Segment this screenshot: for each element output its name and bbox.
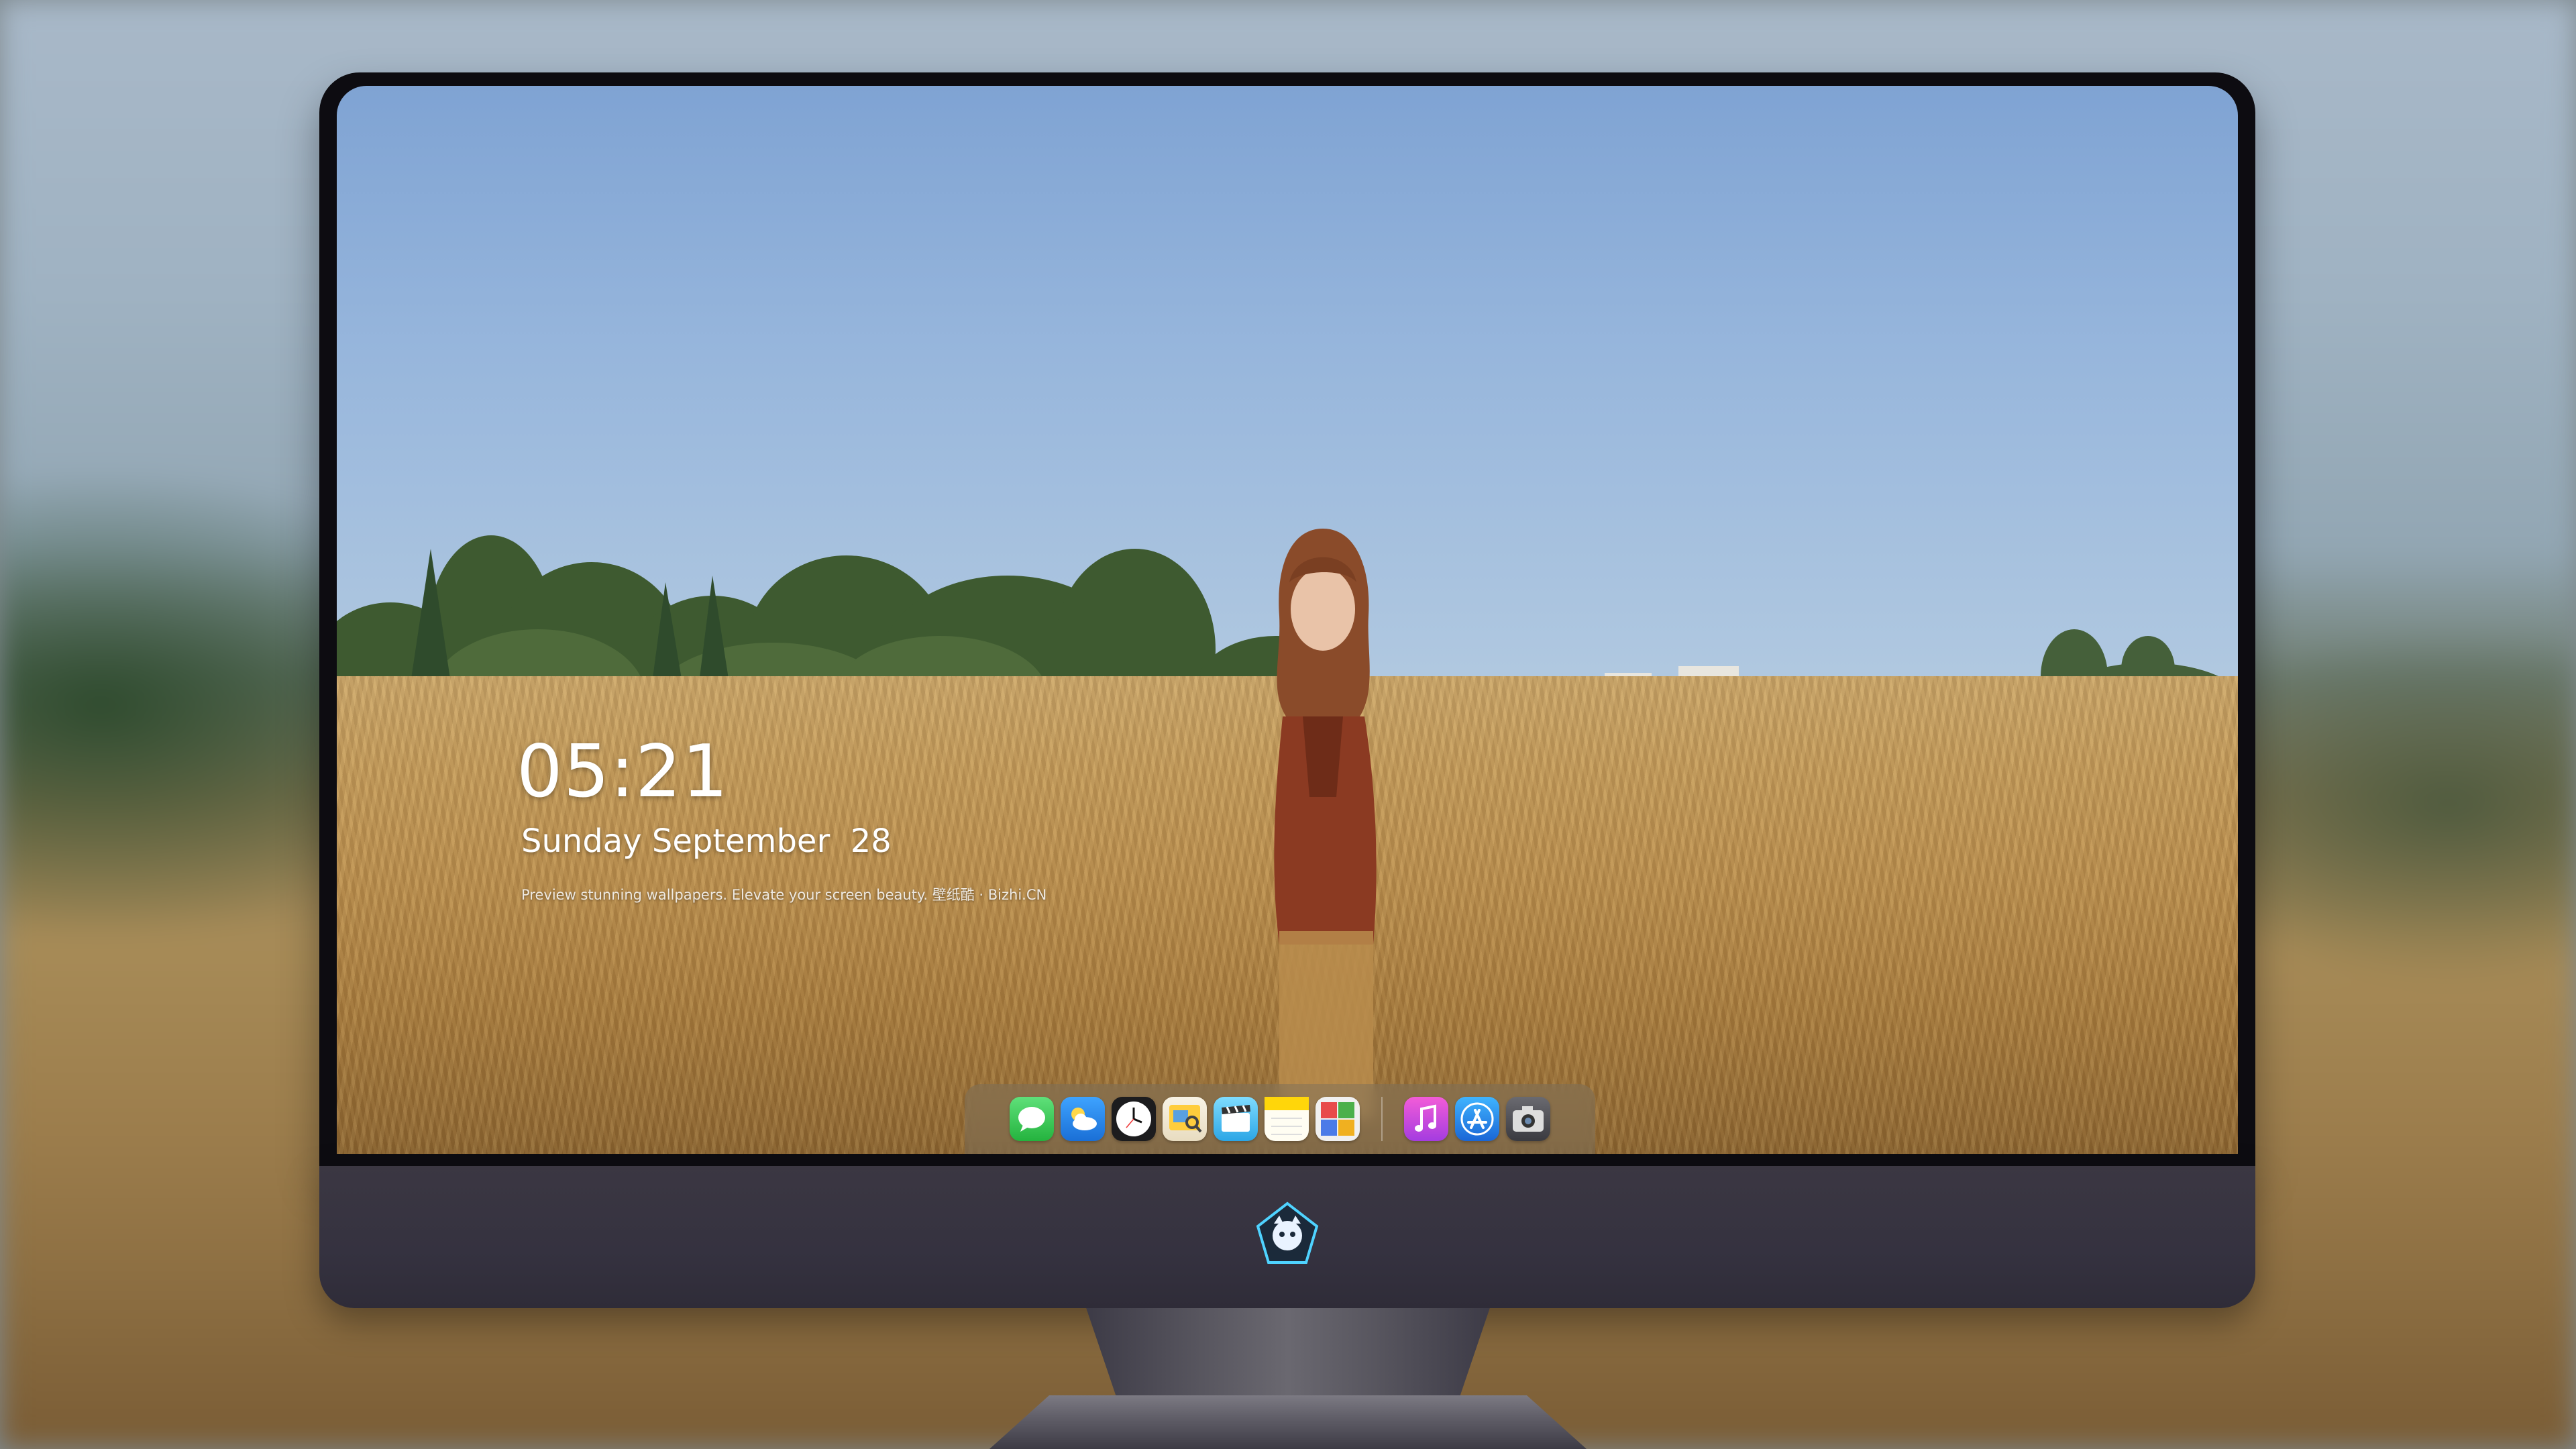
music-icon[interactable] xyxy=(1404,1097,1448,1141)
camera-icon[interactable] xyxy=(1506,1097,1550,1141)
lockscreen-caption: Preview stunning wallpapers. Elevate you… xyxy=(521,887,1047,903)
weather-icon[interactable] xyxy=(1061,1097,1105,1141)
app-store-icon[interactable] xyxy=(1455,1097,1499,1141)
clock-icon[interactable] xyxy=(1112,1097,1156,1141)
preview-icon[interactable] xyxy=(1163,1097,1207,1141)
monitor-screen: 05:21 Sunday September 28 Preview stunni… xyxy=(337,86,2238,1154)
lockscreen-date: Sunday September 28 xyxy=(521,822,892,860)
notes-icon[interactable] xyxy=(1265,1097,1309,1141)
photo-booth-icon[interactable] xyxy=(1316,1097,1360,1141)
clips-icon[interactable] xyxy=(1214,1097,1258,1141)
mascot-logo-icon xyxy=(1256,1201,1319,1264)
dock xyxy=(965,1084,1595,1154)
wallpaper-person xyxy=(1274,529,1377,1119)
messages-icon[interactable] xyxy=(1010,1097,1054,1141)
monitor-stand-base xyxy=(989,1395,1587,1449)
lockscreen-clock: 05:21 xyxy=(517,730,729,814)
dock-separator xyxy=(1381,1097,1383,1141)
